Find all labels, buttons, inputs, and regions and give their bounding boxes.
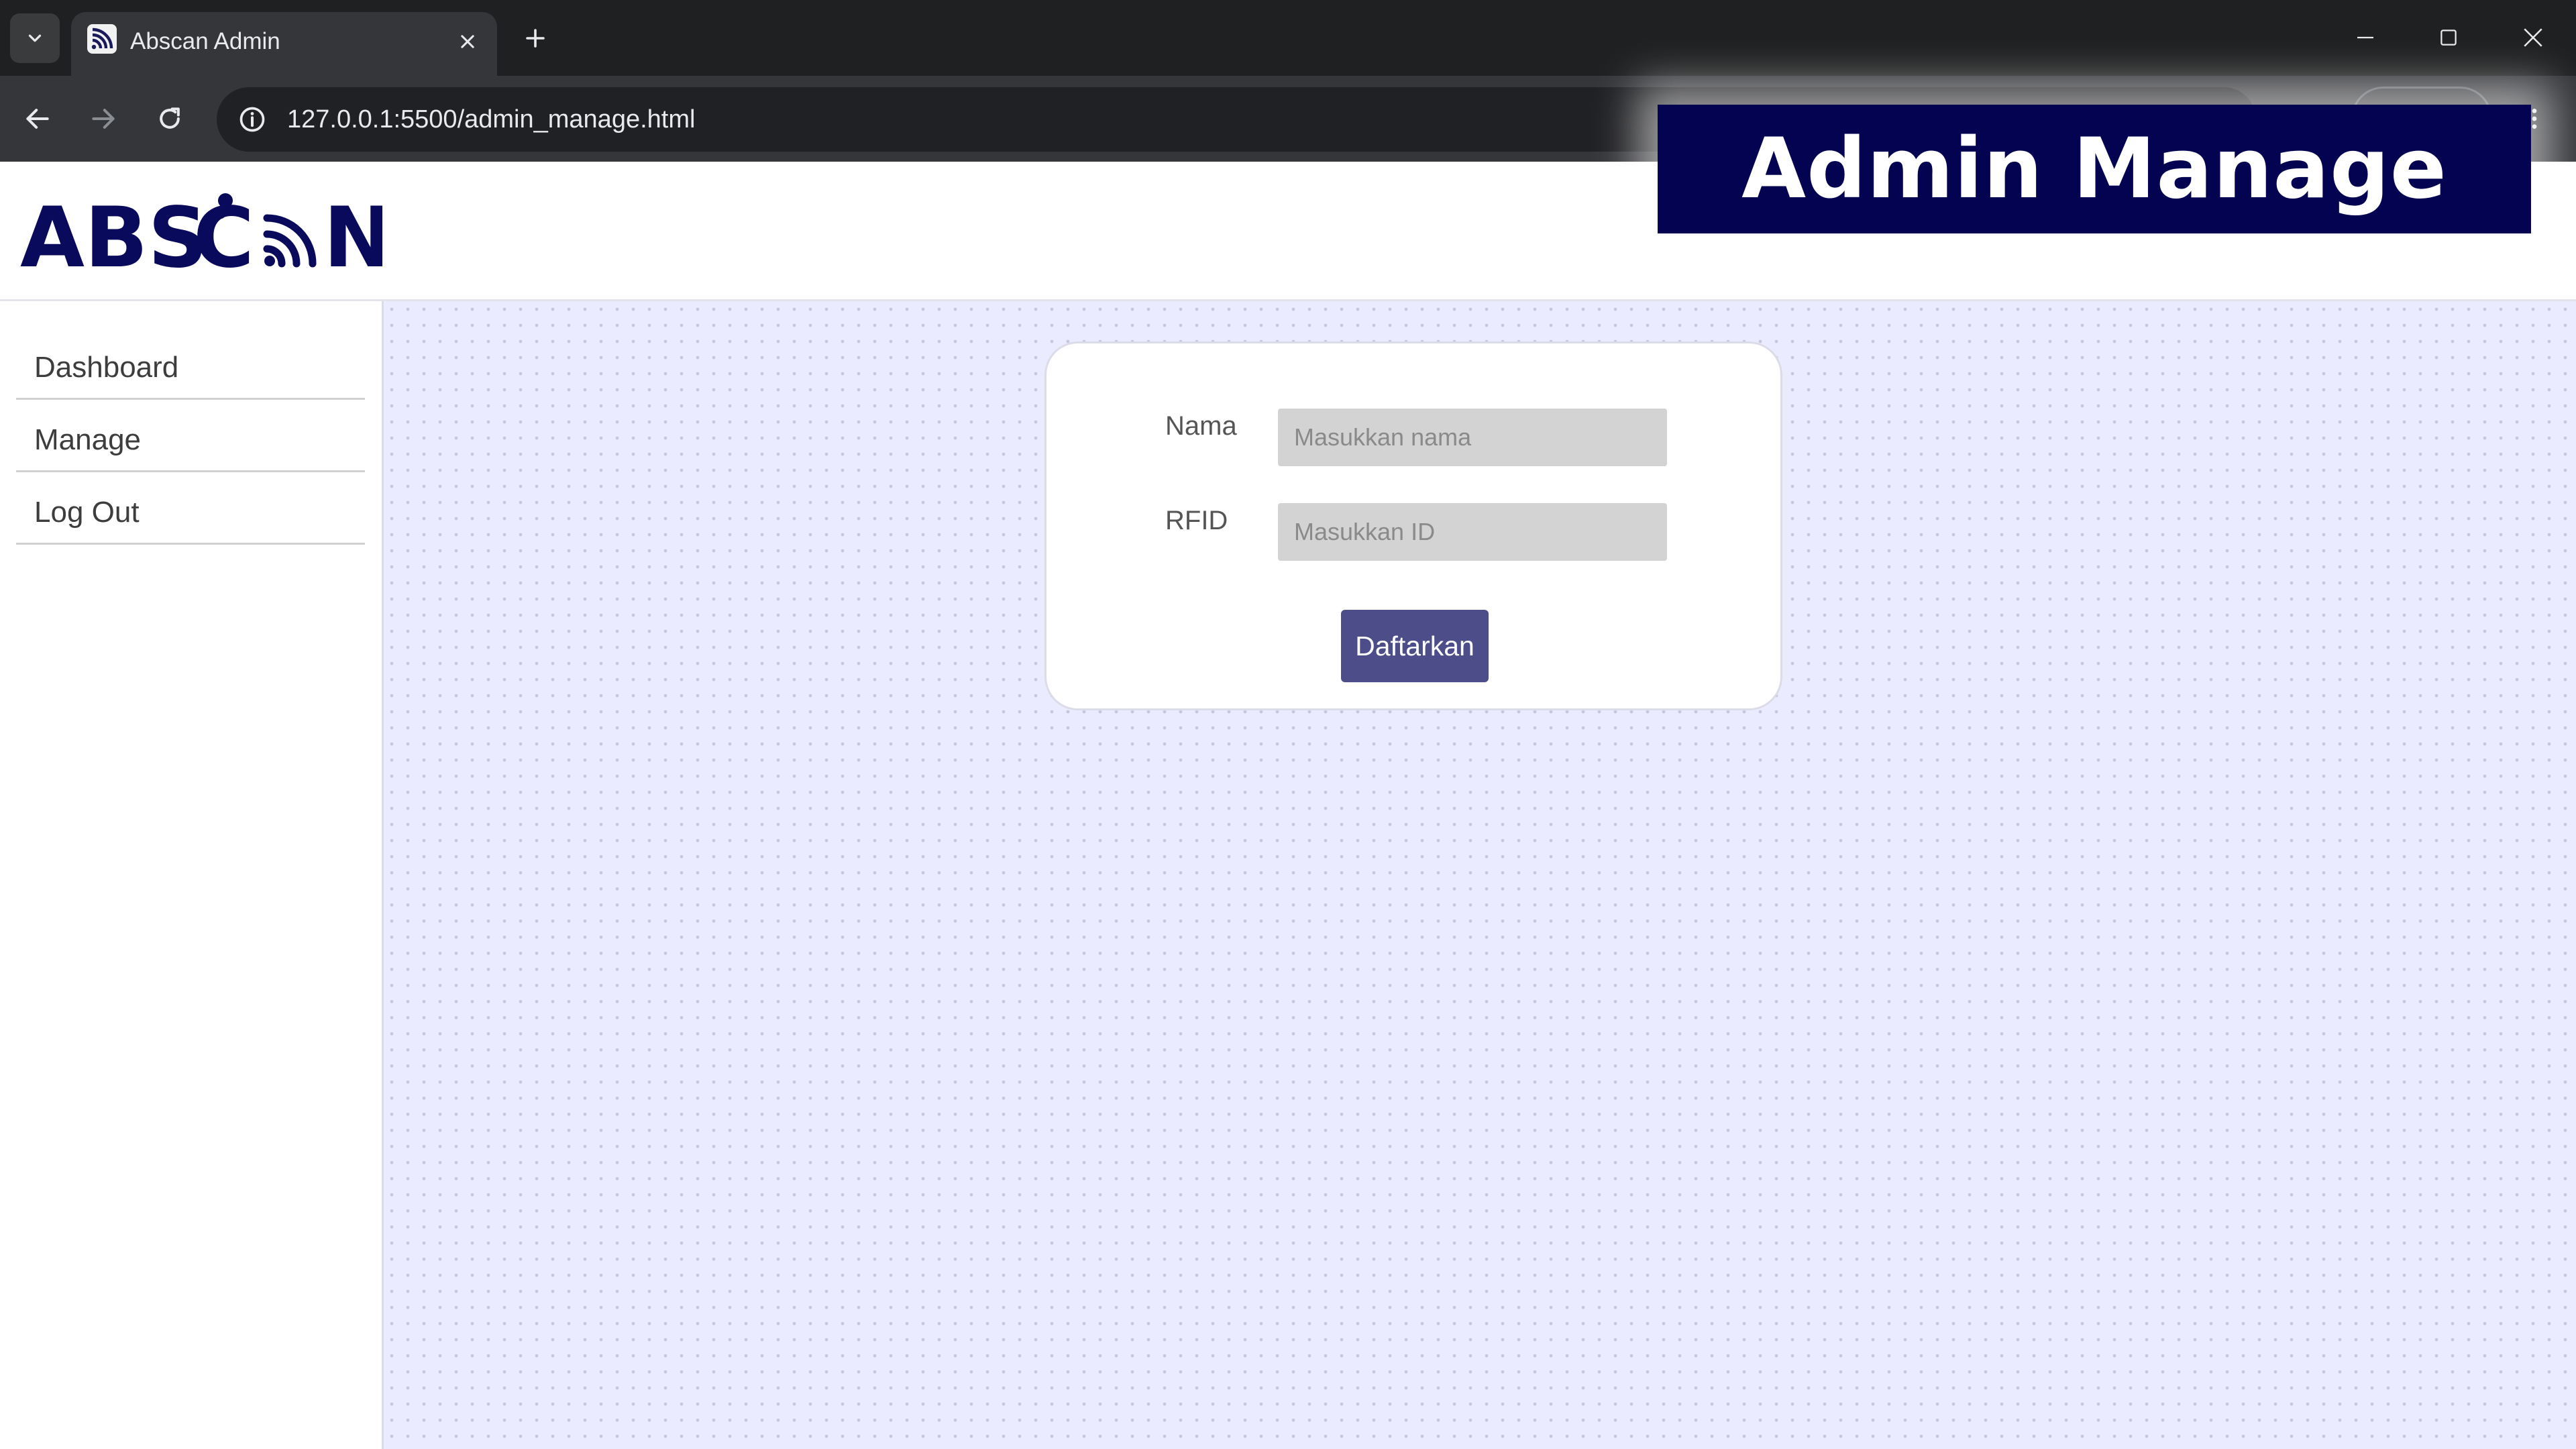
arrow-right-icon — [92, 109, 115, 129]
reload-button[interactable] — [144, 93, 195, 144]
url-text[interactable]: 127.0.0.1:5500/admin_manage.html — [287, 104, 695, 135]
sidebar-item-label: Log Out — [34, 496, 140, 529]
browser-tab-active[interactable]: Abscan Admin — [71, 12, 497, 76]
page-title-banner: Admin Manage — [1658, 105, 2531, 233]
site-info-button[interactable] — [233, 101, 271, 138]
sidebar-item-label: Manage — [34, 423, 142, 456]
rfid-signal-icon — [87, 24, 117, 54]
window-close-button[interactable] — [2513, 17, 2553, 58]
arrow-left-icon — [26, 109, 49, 129]
svg-text:N: N — [323, 190, 382, 274]
sidebar: Dashboard Manage Log Out — [0, 301, 384, 1449]
name-input[interactable] — [1278, 409, 1667, 466]
info-icon — [239, 107, 265, 132]
tab-close-button[interactable] — [451, 25, 484, 58]
name-label: Nama — [1165, 411, 1237, 441]
abscan-logo[interactable]: ABS C N — [20, 187, 382, 274]
sidebar-item-logout[interactable]: Log Out — [16, 474, 365, 545]
tab-search-button[interactable] — [10, 13, 60, 63]
back-button[interactable] — [12, 93, 63, 144]
browser-tabstrip: Abscan Admin — [0, 0, 2576, 76]
register-button[interactable]: Daftarkan — [1341, 610, 1489, 682]
tab-title: Abscan Admin — [130, 28, 280, 54]
maximize-icon — [2440, 30, 2457, 46]
rfid-label: RFID — [1165, 506, 1228, 535]
window-maximize-button[interactable] — [2428, 17, 2469, 58]
sidebar-item-label: Dashboard — [34, 351, 179, 384]
forward-button[interactable] — [78, 93, 129, 144]
plus-icon — [526, 29, 545, 48]
close-icon — [461, 35, 474, 48]
rfid-input[interactable] — [1278, 503, 1667, 561]
reload-icon — [160, 107, 180, 129]
sidebar-item-dashboard[interactable]: Dashboard — [16, 329, 365, 400]
new-tab-button[interactable] — [515, 21, 555, 55]
close-icon — [2524, 28, 2542, 47]
page-title: Admin Manage — [1741, 121, 2447, 217]
sidebar-item-manage[interactable]: Manage — [16, 401, 365, 472]
window-minimize-button[interactable] — [2345, 17, 2385, 58]
main-content: Nama RFID Daftarkan — [384, 301, 2576, 1449]
chevron-down-icon — [28, 34, 42, 42]
svg-text:ABS: ABS — [20, 190, 208, 274]
minimize-icon — [2357, 36, 2373, 39]
register-form-card: Nama RFID Daftarkan — [1044, 341, 1782, 710]
